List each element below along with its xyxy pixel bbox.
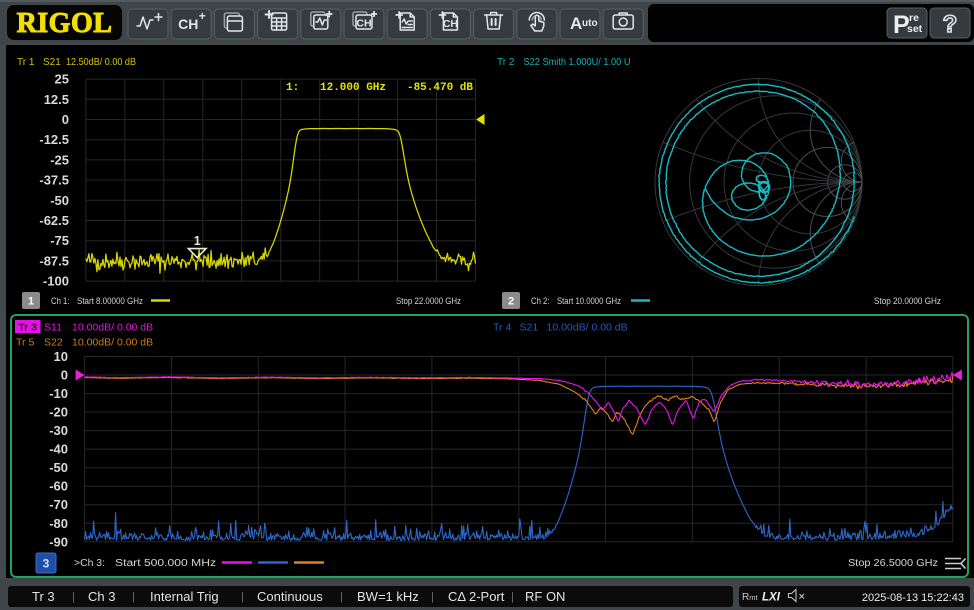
- svg-text:+: +: [199, 9, 206, 23]
- svg-text:Ch 3: Ch 3: [88, 589, 115, 604]
- svg-text:|: |: [132, 591, 135, 603]
- svg-text:Tr 4: Tr 4: [493, 322, 511, 334]
- svg-text:|: |: [241, 591, 244, 603]
- svg-text:uto: uto: [582, 18, 598, 29]
- svg-text:S21: S21: [43, 57, 61, 68]
- svg-text:Start 8.00000 GHz: Start 8.00000 GHz: [77, 296, 143, 307]
- svg-text:Tr 5: Tr 5: [16, 337, 34, 349]
- svg-text:3: 3: [43, 557, 50, 571]
- svg-text:-100: -100: [43, 274, 69, 289]
- svg-text:0: 0: [62, 112, 69, 127]
- svg-text:-60: -60: [49, 479, 68, 494]
- svg-text:10: 10: [54, 349, 68, 364]
- svg-text:LXI: LXI: [762, 592, 781, 604]
- svg-text:-10: -10: [49, 386, 68, 401]
- svg-text:CH: CH: [443, 18, 458, 30]
- svg-text:|: |: [340, 591, 343, 603]
- svg-text:-50: -50: [49, 460, 68, 475]
- svg-text:Ch 2:: Ch 2:: [531, 296, 550, 307]
- svg-text:Tr 3: Tr 3: [32, 589, 55, 604]
- svg-text:-87.5: -87.5: [39, 253, 69, 268]
- svg-text:-75: -75: [50, 233, 69, 248]
- svg-text:-80: -80: [49, 516, 68, 531]
- svg-text:2: 2: [508, 296, 514, 308]
- svg-text:Ch 1:: Ch 1:: [51, 296, 70, 307]
- svg-text:-25: -25: [50, 152, 69, 167]
- svg-text:-12.5: -12.5: [39, 132, 69, 147]
- svg-text:Internal Trig: Internal Trig: [150, 589, 219, 604]
- svg-text:10.00dB/ 0.00 dB: 10.00dB/ 0.00 dB: [72, 337, 153, 349]
- svg-text:-30: -30: [49, 423, 68, 438]
- svg-text:10.00dB/ 0.00 dB: 10.00dB/ 0.00 dB: [547, 322, 628, 334]
- svg-text:-85.470 dB: -85.470 dB: [407, 82, 473, 94]
- svg-text:-50: -50: [50, 193, 69, 208]
- svg-text:CH: CH: [178, 16, 198, 32]
- svg-text:RF ON: RF ON: [525, 589, 565, 604]
- svg-text:-20: -20: [49, 405, 68, 420]
- svg-text:S21: S21: [520, 322, 539, 334]
- svg-text:A: A: [570, 14, 582, 33]
- svg-text:BW=1 kHz: BW=1 kHz: [357, 589, 419, 604]
- svg-text:?: ?: [943, 11, 958, 38]
- svg-text:Stop 20.0000 GHz: Stop 20.0000 GHz: [874, 296, 941, 307]
- svg-text:2025-08-13 15:22:43: 2025-08-13 15:22:43: [862, 592, 964, 604]
- svg-text:0: 0: [61, 368, 68, 383]
- svg-text:CΔ 2-Port: CΔ 2-Port: [448, 589, 505, 604]
- svg-text:Stop 22.0000 GHz: Stop 22.0000 GHz: [396, 296, 461, 307]
- svg-text:-37.5: -37.5: [39, 173, 69, 188]
- svg-text:Rmt: Rmt: [742, 592, 758, 603]
- svg-text:Tr 1: Tr 1: [17, 57, 35, 68]
- svg-text:1: 1: [28, 296, 34, 308]
- svg-text:10.00dB/ 0.00 dB: 10.00dB/ 0.00 dB: [72, 322, 153, 334]
- svg-text:Start 10.0000 GHz: Start 10.0000 GHz: [557, 296, 621, 307]
- svg-text:S11: S11: [44, 322, 62, 334]
- svg-text:Start 500.000 MHz: Start 500.000 MHz: [115, 558, 216, 569]
- svg-text:-90: -90: [49, 534, 68, 549]
- svg-text:S22: S22: [44, 337, 63, 349]
- svg-text:Tr 3: Tr 3: [18, 322, 37, 334]
- svg-text:RIGOL: RIGOL: [17, 8, 113, 39]
- svg-text:12.000 GHz: 12.000 GHz: [320, 82, 386, 94]
- svg-text:>Ch 3:: >Ch 3:: [74, 558, 105, 569]
- svg-text:12.5: 12.5: [44, 92, 69, 107]
- svg-text:set: set: [907, 23, 923, 35]
- svg-text:S22 Smith 1.000U/ 1.00 U: S22 Smith 1.000U/ 1.00 U: [524, 57, 631, 68]
- svg-text:-62.5: -62.5: [39, 213, 69, 228]
- svg-text:|: |: [431, 591, 434, 603]
- svg-text:1: 1: [194, 234, 201, 248]
- svg-text:Stop 26.5000 GHz: Stop 26.5000 GHz: [848, 558, 938, 569]
- svg-text:12.50dB/ 0.00 dB: 12.50dB/ 0.00 dB: [66, 57, 136, 68]
- svg-text:1:: 1:: [286, 82, 299, 94]
- svg-text:Tr 2: Tr 2: [497, 57, 515, 68]
- svg-text:-40: -40: [49, 442, 68, 457]
- svg-text:CH: CH: [356, 18, 371, 30]
- svg-text:|: |: [72, 591, 75, 603]
- svg-text:|: |: [511, 591, 514, 603]
- svg-text:25: 25: [55, 72, 69, 87]
- svg-text:-70: -70: [49, 497, 68, 512]
- svg-text:Continuous: Continuous: [257, 589, 323, 604]
